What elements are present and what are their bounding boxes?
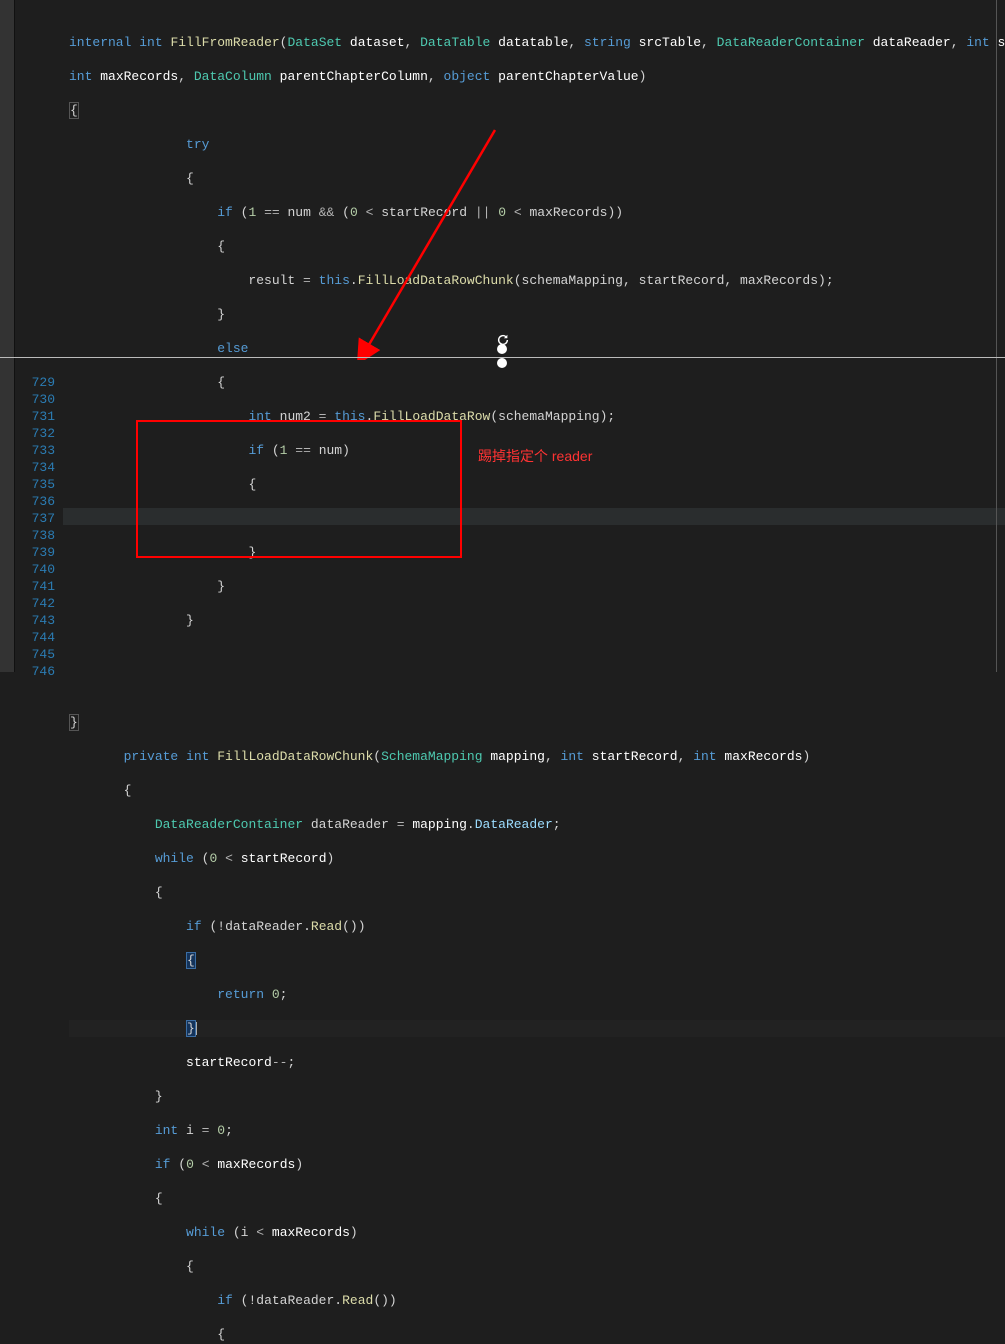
code-line[interactable]: {: [69, 170, 1005, 187]
keyword-try: try: [186, 137, 209, 152]
brace-close: }: [248, 545, 256, 560]
code-line[interactable]: {: [69, 374, 1005, 391]
code-line[interactable]: }: [69, 714, 1005, 731]
annotation-text: 踢掉指定个 reader: [478, 446, 592, 466]
param-mapping: mapping: [490, 749, 545, 764]
method-name: FillLoadDataRowChunk: [217, 749, 373, 764]
code-line[interactable]: }: [69, 578, 1005, 595]
code-line[interactable]: {: [69, 952, 1005, 969]
code-line[interactable]: {: [69, 1326, 1005, 1343]
code-line[interactable]: private int FillLoadDataRowChunk(SchemaM…: [69, 748, 1005, 765]
brace-open: {: [155, 885, 163, 900]
code-line[interactable]: if (!dataReader.Read()): [69, 1292, 1005, 1309]
code-line[interactable]: }: [69, 306, 1005, 323]
line-number: 743: [32, 613, 55, 628]
keyword-int: int: [693, 749, 716, 764]
splitter-handle-dot[interactable]: [497, 358, 507, 368]
code-line[interactable]: if (0 < maxRecords): [69, 1156, 1005, 1173]
code-line[interactable]: {: [69, 884, 1005, 901]
keyword-else: else: [217, 341, 248, 356]
brace-close: }: [217, 307, 225, 322]
line-number: 735: [32, 477, 55, 492]
keyword-int: int: [186, 749, 209, 764]
brace-open: {: [248, 477, 256, 492]
type-schemamapping: SchemaMapping: [381, 749, 482, 764]
line-number: 736: [32, 494, 55, 509]
line-number: 733: [32, 443, 55, 458]
breakpoint-gutter[interactable]: [0, 0, 15, 672]
keyword-internal: internal: [69, 35, 131, 50]
code-line[interactable]: else: [69, 340, 1005, 357]
code-line[interactable]: {: [69, 782, 1005, 799]
line-number: 742: [32, 596, 55, 611]
code-line[interactable]: }: [69, 544, 1005, 561]
brace-open: {: [217, 239, 225, 254]
line-number: 745: [32, 647, 55, 662]
brace-close-highlighted: }: [186, 1020, 196, 1037]
code-line[interactable]: }: [69, 1020, 1005, 1037]
brace-open: {: [217, 1327, 225, 1342]
brace-close: }: [186, 613, 194, 628]
keyword-int: int: [139, 35, 162, 50]
keyword-private: private: [124, 749, 179, 764]
brace-open: {: [69, 102, 79, 119]
line-number: 729: [32, 375, 55, 390]
brace-open-highlighted: {: [186, 952, 196, 969]
code-line[interactable]: [69, 646, 1005, 663]
brace-close: }: [69, 714, 79, 731]
method-name: FillFromReader: [170, 35, 279, 50]
line-number: 730: [32, 392, 55, 407]
code-line[interactable]: {: [69, 1258, 1005, 1275]
code-line[interactable]: startRecord--;: [69, 1054, 1005, 1071]
code-line[interactable]: int i = 0;: [69, 1122, 1005, 1139]
text-caret: [196, 1022, 197, 1035]
code-line[interactable]: }: [69, 1088, 1005, 1105]
code-line[interactable]: try: [69, 136, 1005, 153]
keyword-int: int: [561, 749, 584, 764]
code-line[interactable]: internal int FillFromReader(DataSet data…: [69, 34, 1005, 51]
code-line[interactable]: DataReaderContainer dataReader = mapping…: [69, 816, 1005, 833]
code-line[interactable]: }: [69, 612, 1005, 629]
param-startrecord: startRecord: [592, 749, 678, 764]
code-line[interactable]: result = this.FillLoadDataRowChunk(schem…: [69, 272, 1005, 289]
brace-close: }: [217, 579, 225, 594]
line-number: 744: [32, 630, 55, 645]
code-line[interactable]: if (!dataReader.Read()): [69, 918, 1005, 935]
code-line[interactable]: {: [69, 1190, 1005, 1207]
line-number: 734: [32, 460, 55, 475]
code-line[interactable]: {: [69, 476, 1005, 493]
brace-open: {: [155, 1191, 163, 1206]
brace-close: }: [155, 1089, 163, 1104]
code-line[interactable]: int maxRecords, DataColumn parentChapter…: [69, 68, 1005, 85]
line-number-gutter: . . . . . . . . . . . . . . . . . . . . …: [15, 0, 63, 672]
code-line[interactable]: {: [69, 102, 1005, 119]
brace-open: {: [124, 783, 132, 798]
code-area[interactable]: internal int FillFromReader(DataSet data…: [63, 0, 1005, 672]
code-line[interactable]: int num2 = this.FillLoadDataRow(schemaMa…: [69, 408, 1005, 425]
line-number: 737: [32, 511, 55, 526]
line-number: 738: [32, 528, 55, 543]
line-number: 732: [32, 426, 55, 441]
line-number: 731: [32, 409, 55, 424]
line-number: 739: [32, 545, 55, 560]
param-maxrecords: maxRecords: [724, 749, 802, 764]
brace-open: {: [186, 1259, 194, 1274]
code-line[interactable]: [69, 680, 1005, 697]
line-number: 741: [32, 579, 55, 594]
code-line[interactable]: if (1 == num && (0 < startRecord || 0 < …: [69, 204, 1005, 221]
split-divider[interactable]: [0, 357, 1005, 358]
code-line[interactable]: {: [69, 238, 1005, 255]
code-line[interactable]: while (i < maxRecords): [69, 1224, 1005, 1241]
line-number: 740: [32, 562, 55, 577]
code-line[interactable]: return 0;: [69, 986, 1005, 1003]
refresh-icon[interactable]: [496, 333, 510, 347]
brace-open: {: [186, 171, 194, 186]
brace-open: {: [217, 375, 225, 390]
vertical-scrollbar-track[interactable]: [996, 0, 997, 672]
code-line[interactable]: while (0 < startRecord): [69, 850, 1005, 867]
